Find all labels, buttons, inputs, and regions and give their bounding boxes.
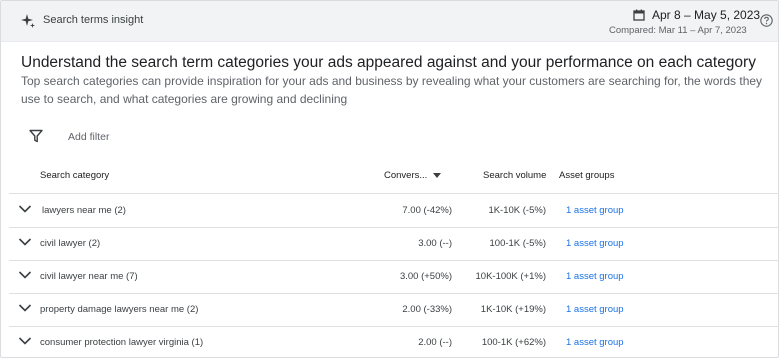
- column-header-search-volume[interactable]: Search volume: [483, 170, 546, 181]
- row-conversions: 2.00 (-33%): [402, 304, 452, 315]
- row-search-volume: 100-1K (-5%): [489, 238, 547, 249]
- row-category: civil lawyer (2): [40, 238, 101, 249]
- column-header-conversions[interactable]: Convers...: [384, 170, 442, 181]
- column-header-conversions-label: Convers...: [384, 170, 428, 181]
- asset-group-link[interactable]: 1 asset group: [566, 205, 624, 216]
- table-row[interactable]: lawyers near me (2) 7.00 (-42%) 1K-10K (…: [1, 194, 778, 227]
- chevron-down-icon[interactable]: [18, 336, 32, 346]
- row-category: lawyers near me (2): [42, 205, 126, 216]
- sort-descending-icon: [433, 172, 442, 178]
- row-category: consumer protection lawyer virginia (1): [40, 337, 204, 348]
- row-conversions: 7.00 (-42%): [402, 205, 452, 216]
- asset-group-link[interactable]: 1 asset group: [566, 238, 624, 249]
- row-conversions: 2.00 (--): [418, 337, 452, 348]
- row-conversions: 3.00 (--): [418, 238, 452, 249]
- asset-group-link[interactable]: 1 asset group: [566, 337, 624, 348]
- date-range-selector[interactable]: Apr 8 – May 5, 2023: [652, 8, 760, 22]
- row-conversions: 3.00 (+50%): [399, 271, 452, 282]
- row-search-volume: 1K-10K (-5%): [488, 205, 546, 216]
- column-header-search-category[interactable]: Search category: [40, 170, 109, 181]
- column-header-asset-groups[interactable]: Asset groups: [559, 170, 614, 181]
- asset-group-link[interactable]: 1 asset group: [566, 304, 624, 315]
- row-search-volume: 100-1K (+62%): [481, 337, 546, 348]
- table-row[interactable]: consumer protection lawyer virginia (1) …: [1, 326, 778, 357]
- row-search-volume: 10K-100K (+1%): [475, 271, 547, 282]
- table-row[interactable]: civil lawyer near me (7) 3.00 (+50%) 10K…: [1, 260, 778, 293]
- row-search-volume: 1K-10K (+19%): [480, 304, 546, 315]
- section-heading: Understand the search term categories yo…: [21, 54, 756, 71]
- sparkle-icon: [21, 14, 35, 28]
- search-terms-insight-card: Search terms insight Apr 8 – May 5, 2023…: [0, 0, 779, 358]
- asset-group-link[interactable]: 1 asset group: [566, 271, 624, 282]
- filter-icon[interactable]: [29, 129, 43, 143]
- chevron-down-icon[interactable]: [18, 270, 32, 280]
- row-category: civil lawyer near me (7): [40, 271, 138, 282]
- chevron-down-icon[interactable]: [18, 237, 32, 247]
- help-icon[interactable]: [760, 14, 773, 27]
- table-row[interactable]: property damage lawyers near me (2) 2.00…: [1, 293, 778, 326]
- add-filter-button[interactable]: Add filter: [68, 131, 109, 143]
- compared-date-range: Compared: Mar 11 – Apr 7, 2023: [609, 25, 747, 36]
- calendar-icon[interactable]: [633, 9, 645, 21]
- table-row[interactable]: civil lawyer (2) 3.00 (--) 100-1K (-5%) …: [1, 227, 778, 260]
- chevron-down-icon[interactable]: [18, 204, 32, 214]
- card-title: Search terms insight: [43, 14, 144, 26]
- card-header: Search terms insight Apr 8 – May 5, 2023…: [1, 1, 778, 42]
- section-description: Top search categories can provide inspir…: [21, 74, 763, 106]
- chevron-down-icon[interactable]: [18, 303, 32, 313]
- row-category: property damage lawyers near me (2): [40, 304, 199, 315]
